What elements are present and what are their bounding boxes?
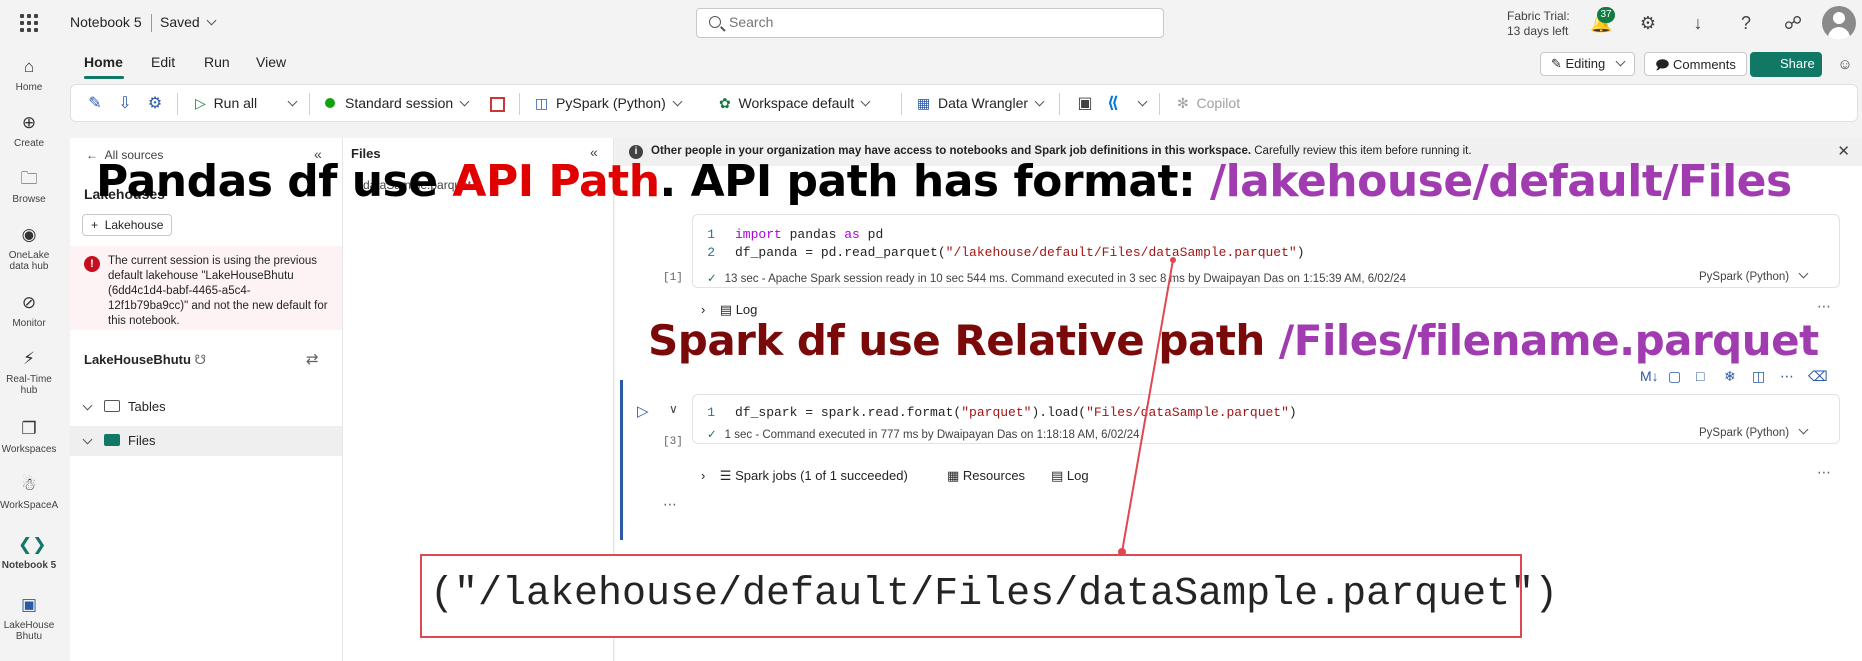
zoom-text: ("/lakehouse/default/Files/dataSample.pa… (430, 572, 1559, 617)
annotation-zoom-box: ("/lakehouse/default/Files/dataSample.pa… (420, 554, 1558, 638)
